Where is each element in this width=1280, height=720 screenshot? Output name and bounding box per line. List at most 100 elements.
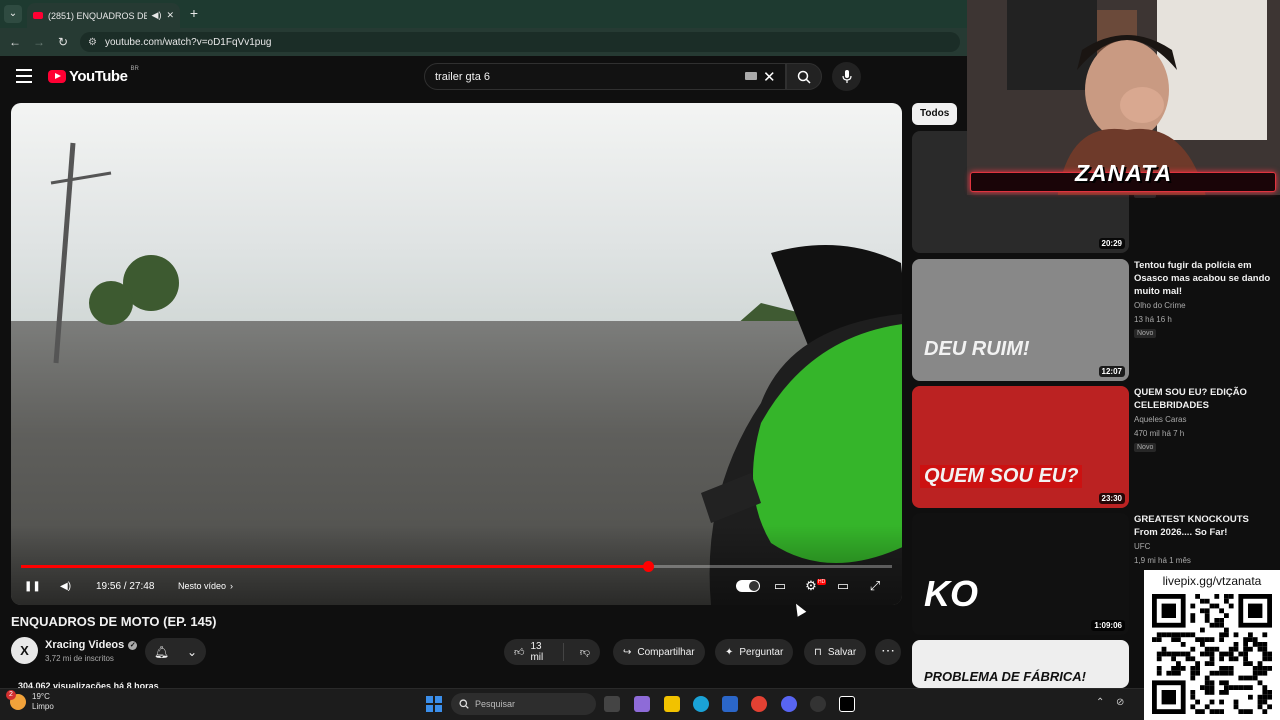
- discord-icon[interactable]: [781, 696, 797, 712]
- clear-search-icon[interactable]: ✕: [763, 68, 776, 86]
- autoplay-toggle[interactable]: [736, 580, 760, 592]
- subscriber-count: 3,72 mi de inscritos: [45, 654, 114, 663]
- recommendation-item[interactable]: QUEM SOU EU? 23:30 QUEM SOU EU? EDIÇÃO CEL…: [912, 386, 1272, 508]
- edge-icon[interactable]: [693, 696, 709, 712]
- file-explorer-icon[interactable]: [664, 696, 680, 712]
- new-badge: Novo: [1134, 329, 1157, 338]
- new-tab-button[interactable]: +: [186, 5, 202, 21]
- browser-tab[interactable]: (2851) ENQUADROS DE MO ◀) ✕: [27, 3, 180, 28]
- recommendation-channel[interactable]: UFC: [1134, 542, 1150, 551]
- recommendation-thumbnail[interactable]: PROBLEMA DE FÁBRICA!: [912, 640, 1129, 688]
- task-view-icon[interactable]: [604, 696, 620, 712]
- thumbnail-caption: QUEM SOU EU?: [920, 465, 1083, 488]
- donation-link: livepix.gg/vtzanata: [1162, 574, 1262, 588]
- share-label: Compartilhar: [637, 646, 695, 658]
- obs-icon[interactable]: [810, 696, 826, 712]
- video-duration: 1:09:06: [1091, 620, 1125, 631]
- tab-close-icon[interactable]: ✕: [166, 10, 174, 21]
- audio-icon[interactable]: ◀): [152, 10, 162, 21]
- recommendation-title[interactable]: GREATEST KNOCKOUTS From 2026.... So Far!: [1134, 513, 1274, 539]
- channel-name-text: Xracing Videos: [45, 639, 125, 651]
- subtitles-icon[interactable]: ▭: [770, 577, 790, 595]
- tab-search-icon[interactable]: ⌄: [4, 5, 22, 23]
- video-pole: [50, 142, 179, 364]
- taskbar-search-placeholder: Pesquisar: [475, 699, 516, 709]
- bookmark-icon: ⊓: [814, 646, 822, 658]
- more-actions-button[interactable]: ⋯: [875, 639, 901, 665]
- back-button[interactable]: ←: [7, 34, 23, 50]
- recommendation-channel[interactable]: Olho do Crime: [1134, 301, 1186, 310]
- url-field[interactable]: ⚙ youtube.com/watch?v=oD1FqVv1pug: [80, 32, 960, 52]
- search-icon: [797, 70, 811, 84]
- video-duration: 12:07: [1098, 366, 1125, 377]
- share-button[interactable]: ↪ Compartilhar: [613, 639, 705, 665]
- windows-start-icon[interactable]: [426, 696, 442, 712]
- recommendation-item[interactable]: DEU RUIM! 12:07 Tentou fugir da polícia em…: [912, 259, 1272, 381]
- channel-name[interactable]: Xracing Videos ✓: [45, 639, 138, 651]
- logo-text: YouTube: [69, 68, 128, 85]
- recommendation-thumbnail[interactable]: KO 1:09:06: [912, 513, 1129, 635]
- streamer-name: ZANATA: [1075, 160, 1173, 186]
- search-button[interactable]: [786, 63, 822, 90]
- weather-sun-icon: 2: [6, 690, 26, 710]
- qr-code: [1152, 594, 1272, 714]
- recommendation-thumbnail[interactable]: QUEM SOU EU? 23:30: [912, 386, 1129, 508]
- tray-chevron-icon[interactable]: ⌃: [1096, 697, 1104, 708]
- like-dislike-group: 👍︎ 13 mil 👎︎: [504, 639, 600, 665]
- new-badge: Novo: [1134, 443, 1157, 452]
- youtube-favicon-icon: [33, 12, 43, 19]
- copilot-icon[interactable]: [634, 696, 650, 712]
- video-duration: 20:29: [1098, 238, 1125, 249]
- recommendation-meta: 13 há 16 h: [1134, 315, 1172, 324]
- reload-button[interactable]: ↻: [55, 34, 71, 50]
- recommendation-channel[interactable]: Aqueles Caras: [1134, 415, 1186, 424]
- site-info-icon[interactable]: ⚙: [88, 37, 97, 48]
- chip-all[interactable]: Todos: [912, 103, 958, 125]
- tab-title: (2851) ENQUADROS DE MO: [48, 10, 147, 21]
- progress-fill: [21, 565, 649, 568]
- play-pause-button[interactable]: ❚❚: [24, 577, 41, 595]
- forward-button[interactable]: →: [31, 34, 47, 50]
- recommendation-title[interactable]: Tentou fugir da polícia em Osasco mas ac…: [1134, 259, 1274, 298]
- hd-badge: HD: [817, 579, 827, 585]
- network-icon[interactable]: ⊘: [1116, 697, 1124, 708]
- app-icon[interactable]: [839, 696, 855, 712]
- menu-icon[interactable]: [16, 69, 32, 83]
- url-text: youtube.com/watch?v=oD1FqVv1pug: [104, 36, 272, 48]
- recommendation-meta: 1,9 mi há 1 mês: [1134, 556, 1191, 565]
- ask-button[interactable]: ✦ Perguntar: [715, 639, 794, 665]
- weather-condition: Limpo: [32, 702, 54, 711]
- thumbs-up-icon: 👍︎: [514, 647, 525, 658]
- microphone-icon: [841, 69, 852, 83]
- ask-label: Perguntar: [739, 646, 784, 658]
- chrome-icon[interactable]: [751, 696, 767, 712]
- fullscreen-icon[interactable]: ⤢: [865, 577, 885, 595]
- keyboard-icon[interactable]: [745, 72, 757, 80]
- subscription-bell-button[interactable]: 🔔︎ ⌄: [145, 638, 206, 665]
- recommendation-thumbnail[interactable]: DEU RUIM! 12:07: [912, 259, 1129, 381]
- save-button[interactable]: ⊓ Salvar: [804, 639, 867, 665]
- volume-icon[interactable]: ◀): [60, 577, 71, 595]
- store-icon[interactable]: [722, 696, 738, 712]
- recommendation-meta: 470 mil há 7 h: [1134, 429, 1185, 438]
- video-player[interactable]: [11, 103, 902, 605]
- video-title: ENQUADROS DE MOTO (EP. 145): [11, 614, 217, 629]
- voice-search-button[interactable]: [832, 62, 861, 91]
- theater-mode-icon[interactable]: ▭: [833, 577, 853, 595]
- like-button[interactable]: 👍︎ 13 mil: [504, 641, 564, 663]
- search-input[interactable]: trailer gta 6: [424, 63, 786, 90]
- search-query: trailer gta 6: [435, 70, 491, 83]
- channel-avatar[interactable]: X: [11, 637, 38, 664]
- dislike-button[interactable]: 👎︎: [570, 646, 600, 658]
- save-label: Salvar: [827, 646, 857, 658]
- thumbnail-caption: KO: [924, 573, 978, 614]
- share-icon: ↪: [623, 646, 632, 658]
- youtube-logo[interactable]: YouTube BR: [48, 66, 139, 85]
- recommendation-title[interactable]: QUEM SOU EU? EDIÇÃO CELEBRIDADES: [1134, 386, 1274, 412]
- next-video-button[interactable]: Nesto vídeo ›: [178, 577, 233, 595]
- bell-icon: 🔔︎: [153, 644, 170, 659]
- youtube-play-icon: [48, 70, 66, 83]
- taskbar-search[interactable]: Pesquisar: [451, 693, 596, 715]
- like-count: 13 mil: [530, 641, 544, 663]
- weather-widget[interactable]: 2 19°C Limpo: [6, 690, 54, 712]
